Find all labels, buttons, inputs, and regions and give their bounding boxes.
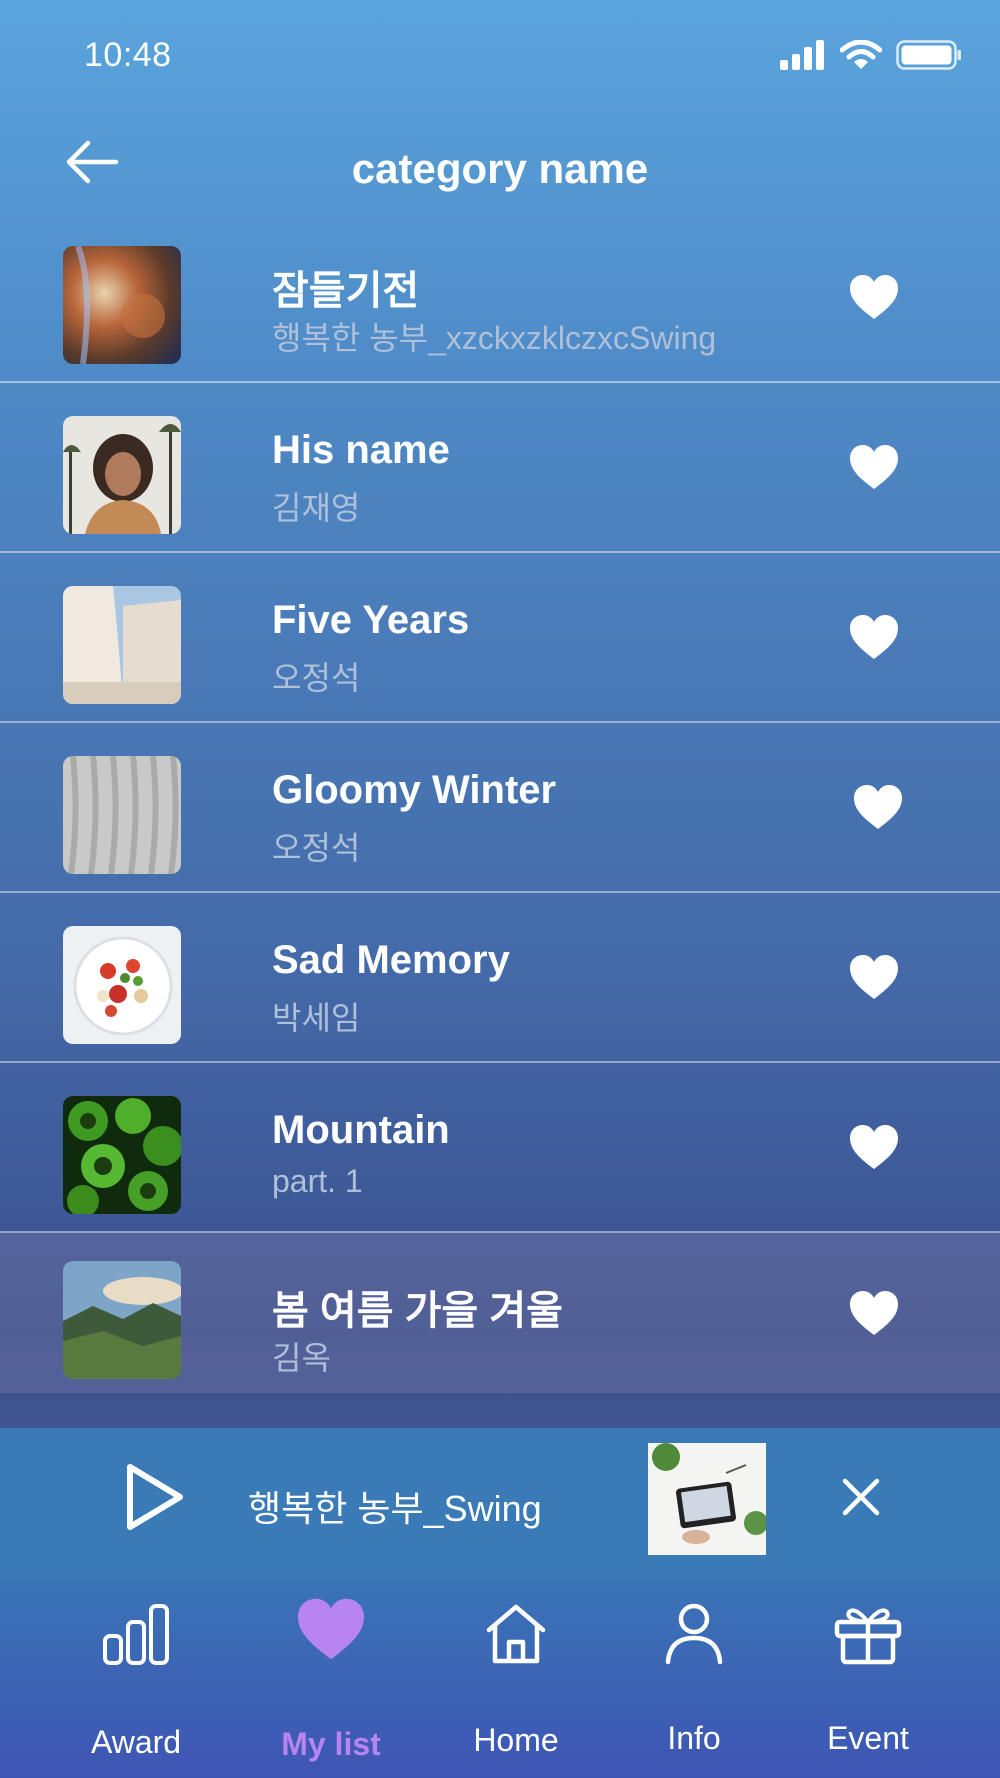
tab-info-label: Info bbox=[667, 1720, 721, 1756]
album-art bbox=[63, 1096, 181, 1214]
list-item[interactable]: His name 김재영 bbox=[0, 383, 1000, 553]
song-title: Sad Memory bbox=[272, 938, 510, 982]
list-item[interactable]: 봄 여름 가을 겨울 김옥 bbox=[0, 1233, 1000, 1393]
mini-player: 행복한 농부_Swing bbox=[0, 1428, 1000, 1578]
album-art bbox=[63, 926, 181, 1044]
list-item[interactable]: 잠들기전 행복한 농부_xzckxzklczxcSwing bbox=[0, 213, 1000, 383]
gift-icon bbox=[834, 1608, 902, 1665]
tab-my-list-label: My list bbox=[281, 1726, 381, 1762]
list-item[interactable]: Sad Memory 박세임 bbox=[0, 893, 1000, 1063]
page-title-text: category name bbox=[351, 145, 649, 192]
battery-icon bbox=[896, 40, 961, 70]
song-title: Gloomy Winter bbox=[272, 768, 557, 812]
song-title: Five Years bbox=[272, 598, 470, 642]
song-artist: 박세임 bbox=[272, 1000, 361, 1036]
song-artist: 오정석 bbox=[272, 830, 361, 866]
favorite-button[interactable] bbox=[848, 273, 900, 321]
song-title: 잠들기전 bbox=[272, 269, 420, 313]
heart-icon bbox=[850, 955, 898, 999]
status-time: 10:48 bbox=[84, 36, 172, 74]
favorite-button[interactable] bbox=[848, 1289, 900, 1337]
album-art bbox=[63, 756, 181, 874]
song-title: Mountain bbox=[272, 1108, 450, 1152]
now-playing-title: 행복한 농부_Swing bbox=[248, 1488, 542, 1529]
tab-event-label: Event bbox=[827, 1720, 909, 1756]
album-art bbox=[63, 1261, 181, 1379]
heart-icon bbox=[298, 1598, 364, 1660]
favorite-button[interactable] bbox=[848, 443, 900, 491]
tab-bar: Award My list Home Info Event bbox=[0, 1578, 1000, 1778]
list-item[interactable]: Five Years 오정석 bbox=[0, 553, 1000, 723]
tab-award-label: Award bbox=[90, 1724, 182, 1760]
tab-home-label: Home bbox=[473, 1722, 559, 1758]
album-art bbox=[63, 246, 181, 364]
favorite-button[interactable] bbox=[848, 613, 900, 661]
album-art bbox=[63, 416, 181, 534]
song-artist: part. 1 bbox=[272, 1163, 363, 1199]
status-icons bbox=[780, 40, 962, 70]
heart-icon bbox=[850, 1125, 898, 1169]
favorite-button[interactable] bbox=[848, 953, 900, 1001]
list-item[interactable]: Mountain part. 1 bbox=[0, 1063, 1000, 1233]
status-bar: 10:48 bbox=[0, 0, 1000, 115]
now-playing-art bbox=[648, 1443, 766, 1555]
heart-icon bbox=[850, 615, 898, 659]
architecture-image bbox=[63, 586, 181, 704]
play-button[interactable] bbox=[124, 1462, 186, 1532]
song-title: 봄 여름 가을 겨울 bbox=[272, 1289, 563, 1333]
favorite-button[interactable] bbox=[848, 1123, 900, 1171]
landscape-image bbox=[63, 1261, 181, 1379]
song-artist: 김재영 bbox=[272, 490, 361, 526]
user-icon bbox=[665, 1603, 723, 1665]
bar-chart-icon bbox=[103, 1604, 169, 1665]
close-button[interactable] bbox=[840, 1476, 882, 1518]
tab-my-list[interactable]: My list bbox=[246, 1598, 416, 1762]
plant-image bbox=[63, 1096, 181, 1214]
tab-award[interactable]: Award bbox=[51, 1602, 221, 1762]
song-artist: 김옥 bbox=[272, 1340, 331, 1376]
nebula-image bbox=[63, 246, 181, 364]
list-item[interactable]: Gloomy Winter 오정석 bbox=[0, 723, 1000, 893]
close-icon bbox=[842, 1478, 880, 1516]
song-artist: 오정석 bbox=[272, 660, 361, 696]
song-list: 잠들기전 행복한 농부_xzckxzklczxcSwing His name 김… bbox=[0, 213, 1000, 1393]
salad-image bbox=[63, 926, 181, 1044]
fabric-image bbox=[63, 756, 181, 874]
song-artist: 행복한 농부_xzckxzklczxcSwing bbox=[272, 320, 717, 356]
tab-event[interactable]: Event bbox=[783, 1602, 953, 1762]
play-icon bbox=[127, 1464, 183, 1530]
heart-icon bbox=[850, 1291, 898, 1335]
portrait-image bbox=[63, 416, 181, 534]
heart-icon bbox=[850, 445, 898, 489]
tablet-desk-image bbox=[648, 1443, 766, 1555]
cellular-signal-icon bbox=[780, 40, 824, 70]
header: category name bbox=[0, 115, 1000, 213]
home-icon bbox=[486, 1604, 546, 1664]
album-art bbox=[63, 586, 181, 704]
heart-icon bbox=[850, 275, 898, 319]
heart-icon bbox=[854, 785, 902, 829]
page-title: category name bbox=[0, 145, 1000, 193]
tab-info[interactable]: Info bbox=[609, 1602, 779, 1762]
song-title: His name bbox=[272, 428, 450, 472]
favorite-button[interactable] bbox=[852, 783, 904, 831]
wifi-icon bbox=[840, 40, 882, 69]
tab-home[interactable]: Home bbox=[431, 1602, 601, 1762]
